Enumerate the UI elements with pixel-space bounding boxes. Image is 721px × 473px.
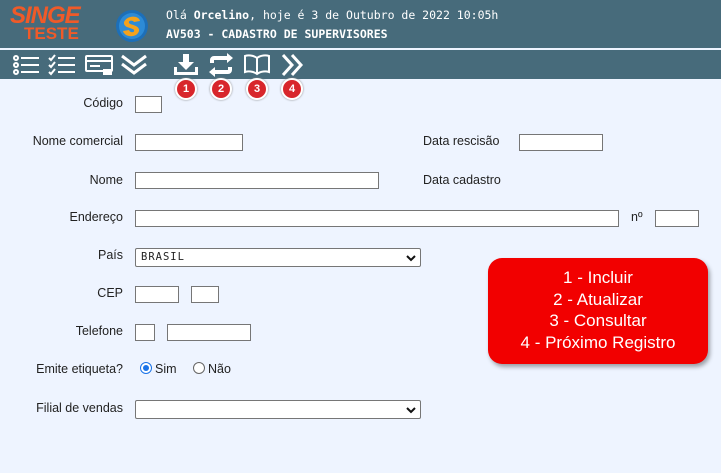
- list-icon[interactable]: [12, 53, 40, 77]
- card-icon[interactable]: [85, 53, 113, 77]
- nome-comercial-input[interactable]: [135, 134, 243, 151]
- callout-line-4: 4 - Próximo Registro: [520, 332, 676, 352]
- nome-input[interactable]: [135, 172, 379, 189]
- double-chevron-right-icon[interactable]: [279, 53, 307, 77]
- telefone-numero-input[interactable]: [167, 324, 251, 341]
- codigo-label: Código: [83, 96, 123, 110]
- pais-select[interactable]: BRASIL: [135, 248, 421, 267]
- pais-label: País: [97, 248, 123, 262]
- callout-line-2: 2 - Atualizar: [553, 289, 643, 309]
- double-chevron-down-icon[interactable]: [120, 53, 148, 77]
- app-header: SINGE TESTE Olá Orcelino, hoje é 3 de Ou…: [0, 0, 721, 48]
- codigo-input[interactable]: [135, 96, 162, 113]
- greeting-text: Olá Orcelino, hoje é 3 de Outubro de 202…: [166, 8, 498, 22]
- filial-vendas-select[interactable]: [135, 400, 421, 419]
- telefone-label: Telefone: [75, 324, 123, 338]
- emite-etiqueta-sim-radio[interactable]: [140, 362, 152, 374]
- callout-line-1: 1 - Incluir: [563, 268, 633, 287]
- toolbar: [0, 48, 721, 79]
- legend-callout: 1 - Incluir 2 - Atualizar 3 - Consultar …: [488, 258, 708, 364]
- chevron-down-icon: [406, 255, 416, 262]
- chevron-down-icon: [406, 407, 416, 414]
- logo-bottom-text: TESTE: [24, 24, 79, 43]
- refresh-arrows-icon[interactable]: [207, 53, 235, 77]
- download-tray-icon[interactable]: [172, 53, 200, 77]
- data-rescisao-label: Data rescisão: [423, 134, 500, 148]
- telefone-ddd-input[interactable]: [135, 324, 155, 341]
- greeting-date: , hoje é 3 de Outubro de 2022 10:05h: [249, 8, 499, 22]
- nome-label: Nome: [89, 173, 123, 187]
- numero-label: nº: [631, 210, 643, 224]
- cep-label: CEP: [97, 286, 123, 300]
- data-cadastro-label: Data cadastro: [423, 173, 501, 187]
- badge-3: 3: [246, 78, 268, 100]
- cep-input-1[interactable]: [135, 286, 179, 303]
- emite-etiqueta-nao-label: Não: [208, 362, 231, 376]
- emite-etiqueta-label: Emite etiqueta?: [36, 362, 123, 376]
- greeting-prefix: Olá: [166, 8, 194, 22]
- cep-input-2[interactable]: [191, 286, 219, 303]
- screen-title: AV503 - CADASTRO DE SUPERVISORES: [166, 27, 388, 41]
- endereco-input[interactable]: [135, 210, 619, 227]
- filial-vendas-label: Filial de vendas: [36, 401, 123, 415]
- nome-comercial-label: Nome comercial: [32, 134, 123, 148]
- badge-1: 1: [175, 78, 197, 100]
- pais-selected-value: BRASIL: [141, 251, 185, 263]
- singe-logo: SINGE TESTE: [10, 3, 110, 45]
- open-book-icon[interactable]: [243, 53, 271, 77]
- emite-etiqueta-sim-label: Sim: [155, 362, 177, 376]
- user-name: Orcelino: [193, 8, 250, 22]
- callout-line-3: 3 - Consultar: [549, 311, 647, 330]
- badge-4: 4: [281, 78, 303, 100]
- endereco-label: Endereço: [69, 210, 123, 224]
- numero-input[interactable]: [655, 210, 699, 227]
- badge-2: 2: [210, 78, 232, 100]
- emite-etiqueta-nao-radio[interactable]: [193, 362, 205, 374]
- checklist-icon[interactable]: [48, 53, 76, 77]
- data-rescisao-input[interactable]: [519, 134, 603, 151]
- brand-globe-icon: [116, 10, 148, 42]
